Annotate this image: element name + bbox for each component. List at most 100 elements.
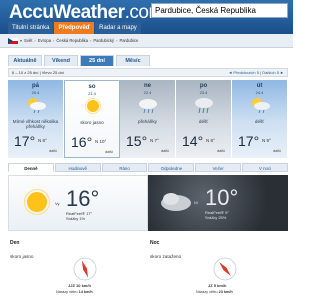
tab-afternoon[interactable]: Odpoledne <box>148 163 195 172</box>
period-tabs: Aktuálně Víkend 25 dní Měsíc <box>8 55 150 66</box>
cloud-rain-icon <box>139 99 157 114</box>
cloudy-night-icon <box>161 193 191 211</box>
day-date: 22.4 <box>143 90 152 95</box>
breadcrumb-city[interactable]: Pardubice <box>119 38 138 43</box>
sun-icon <box>85 98 101 114</box>
chevron-down-icon[interactable]: ▾ <box>20 38 22 43</box>
night-details: Noc skoro zataženo JZ 5 km/h Nárazy větr… <box>148 240 283 300</box>
tab-night[interactable]: V noci <box>242 163 288 172</box>
nav-tab-radar[interactable]: Radar a mapy <box>95 22 141 34</box>
more-link[interactable]: další <box>161 149 169 153</box>
breadcrumb: ▾ Svět › Evropa › Česká Republika › Pard… <box>0 34 293 48</box>
sun-icon <box>23 188 51 216</box>
wind-value: JJZ 10 km/h <box>68 283 91 288</box>
breadcrumb-europe[interactable]: Evropa <box>38 38 51 43</box>
gust-value: 23 km/h <box>218 290 233 294</box>
night-forecast-panel: Ni 10° RealFeel® 9° Srážky 25% <box>148 175 288 231</box>
low-temp: N 7° <box>150 138 159 143</box>
day-name: út <box>256 83 263 89</box>
forecast-description: déšť <box>254 119 265 124</box>
day-title: Den <box>10 240 20 246</box>
breadcrumb-separator: › <box>116 38 118 43</box>
night-temperature: 10° <box>205 185 239 210</box>
czech-flag-icon <box>8 37 18 44</box>
precip-value: Srážky 1% <box>66 215 86 221</box>
breadcrumb-region[interactable]: Pardubický <box>93 38 114 43</box>
night-realfeel: RealFeel® 9° Srážky 25% <box>205 210 229 221</box>
tab-morning[interactable]: Ráno <box>101 163 148 172</box>
gust-label: Nárazy větru <box>56 290 78 294</box>
forecast-description: Mírné vlhkost několika přeháňky <box>12 119 59 129</box>
day-date: 23.4 <box>199 90 208 95</box>
gust-label: Nárazy větru <box>196 290 218 294</box>
forecast-card-selected[interactable]: so 21.4 skoro jasno 16° N 10° další <box>64 80 120 158</box>
rain-icon <box>195 98 213 114</box>
day-forecast-panel: Vy 16° RealFeel® 17° Srážky 1% <box>8 175 148 231</box>
day-name: so <box>88 84 96 90</box>
low-label: Ni <box>194 200 198 205</box>
forecast-card[interactable]: pá 20.4 Mírné vlhkost několika přeháňky … <box>8 80 64 158</box>
tab-hourly[interactable]: Hodinově <box>54 163 101 172</box>
accuweather-logo[interactable]: AccuWeather.com <box>9 2 164 24</box>
wind-gust: Nárazy větru 14 km/h <box>56 290 136 294</box>
location-search-input[interactable]: Pardubice, Česká Republika <box>151 3 288 18</box>
day-name: pá <box>31 83 39 89</box>
wind-speed: JZ 5 km/h <box>208 283 268 288</box>
date-range-bar: 6 – 10 z 25 dní | Vlevo 25 dní ◄ Předcho… <box>8 68 288 77</box>
site-header: AccuWeather.com Pardubice, Česká Republi… <box>0 0 293 34</box>
nav-tab-forecast[interactable]: Předpověď <box>54 22 95 34</box>
more-link[interactable]: další <box>105 150 113 154</box>
precip-value: Srážky 25% <box>205 214 227 220</box>
night-title: Noc <box>150 240 160 246</box>
detail-tabs: Denně Hodinově Ráno Odpoledne Večer V no… <box>8 163 288 172</box>
high-temp: 17° <box>238 133 260 149</box>
day-temperature: 16° <box>66 186 100 211</box>
wind-value: JZ 5 km/h <box>208 283 227 288</box>
breadcrumb-separator: › <box>53 38 55 43</box>
breadcrumb-separator: › <box>34 38 36 43</box>
sun-rain-icon <box>252 98 270 114</box>
sun-cloud-rain-icon <box>28 98 46 114</box>
more-link[interactable]: další <box>49 149 57 153</box>
gust-value: 14 km/h <box>78 290 93 294</box>
day-date: 21.4 <box>88 91 96 96</box>
forecast-description: skoro jasno <box>80 120 104 125</box>
high-temp: 14° <box>182 133 204 149</box>
breadcrumb-separator: › <box>90 38 92 43</box>
forecast-card[interactable]: ne 22.4 přeháňky 15° N 7° další <box>120 80 176 158</box>
forecast-card[interactable]: po 23.4 déšť 14° N 8° další <box>176 80 232 158</box>
more-link[interactable]: další <box>217 149 225 153</box>
high-temp: 15° <box>126 133 148 149</box>
day-details: Den skoro jasno JJZ 10 km/h Nárazy větru… <box>8 240 143 300</box>
day-date: 24.4 <box>255 90 264 95</box>
wind-speed: JJZ 10 km/h <box>68 283 128 288</box>
day-condition: skoro jasno <box>10 254 34 259</box>
forecast-cards: pá 20.4 Mírné vlhkost několika přeháňky … <box>8 80 288 158</box>
day-realfeel: RealFeel® 17° Srážky 1% <box>66 211 92 222</box>
low-temp: N 10° <box>95 139 107 144</box>
pagination-links[interactable]: ◄ Předchozích 5 | Dalších 5 ► <box>228 70 284 75</box>
nav-tab-home[interactable]: Titulní stránka <box>8 22 54 34</box>
wind-compass-icon <box>213 257 237 281</box>
tab-25-days[interactable]: 25 dní <box>80 55 114 66</box>
more-link[interactable]: další <box>273 149 281 153</box>
wind-gust: Nárazy větru 23 km/h <box>196 290 276 294</box>
logo-text: AccuWeather <box>9 2 125 23</box>
main-nav: Titulní stránka Předpověď Radar a mapy <box>8 22 141 34</box>
low-temp: N 9° <box>262 138 271 143</box>
high-temp: 16° <box>71 134 93 150</box>
tab-daily[interactable]: Denně <box>8 163 54 172</box>
tab-month[interactable]: Měsíc <box>116 55 150 66</box>
breadcrumb-country[interactable]: Česká Republika <box>56 38 88 43</box>
forecast-card[interactable]: út 24.4 déšť 17° N 9° další <box>232 80 288 158</box>
wind-compass-icon <box>73 257 97 281</box>
tab-weekend[interactable]: Víkend <box>44 55 78 66</box>
low-temp: N 8° <box>206 138 215 143</box>
tab-evening[interactable]: Večer <box>195 163 242 172</box>
day-name: po <box>199 83 208 89</box>
day-date: 20.4 <box>31 90 40 95</box>
high-temp: 17° <box>14 133 36 149</box>
forecast-description: déšť <box>198 119 209 124</box>
tab-current[interactable]: Aktuálně <box>8 55 42 66</box>
breadcrumb-world[interactable]: Svět <box>24 38 32 43</box>
